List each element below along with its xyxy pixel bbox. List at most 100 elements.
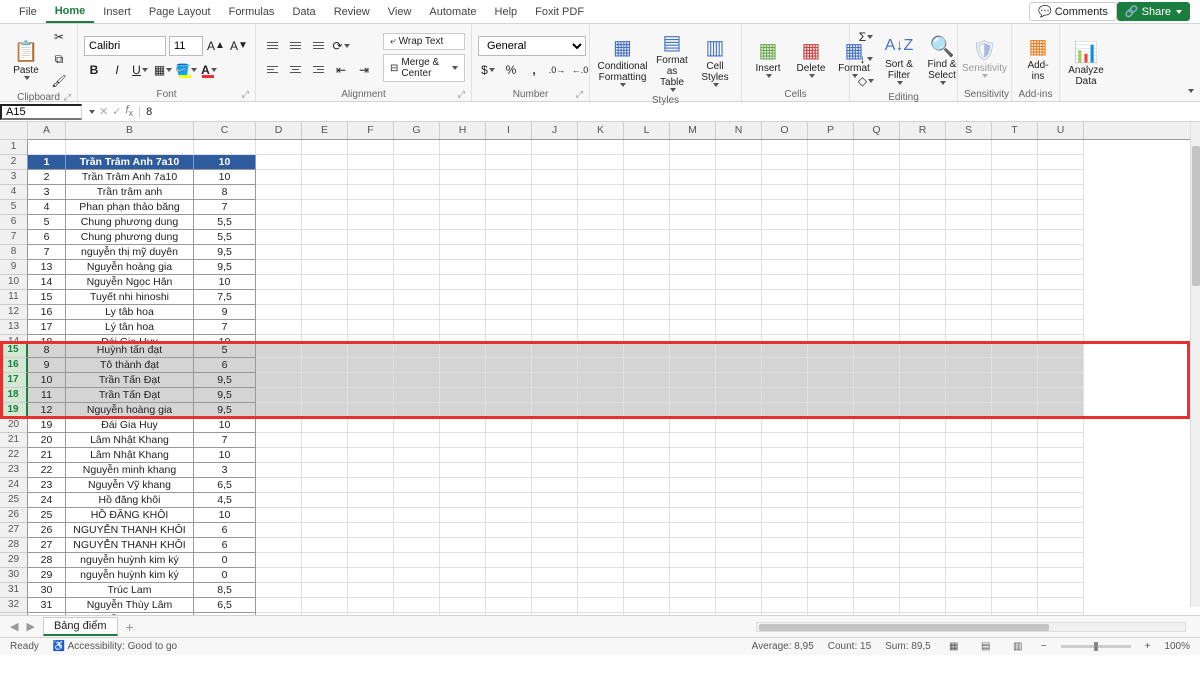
cell-L29[interactable]	[624, 553, 670, 568]
cell-T14[interactable]	[992, 335, 1038, 343]
cell-E23[interactable]	[302, 463, 348, 478]
cell-R12[interactable]	[900, 305, 946, 320]
cell-H4[interactable]	[440, 185, 486, 200]
cell-M1[interactable]	[670, 140, 716, 155]
cell-P7[interactable]	[808, 230, 854, 245]
row-header-17[interactable]: 17	[0, 373, 28, 388]
cell-L11[interactable]	[624, 290, 670, 305]
cell-B8[interactable]: nguyễn thị mỹ duyên	[66, 245, 194, 260]
cell-A24[interactable]: 23	[28, 478, 66, 493]
cell-R14[interactable]	[900, 335, 946, 343]
cell-L19[interactable]	[624, 403, 670, 418]
cell-T18[interactable]	[992, 388, 1038, 403]
cell-Q3[interactable]	[854, 170, 900, 185]
cell-S16[interactable]	[946, 358, 992, 373]
cell-U32[interactable]	[1038, 598, 1084, 613]
cell-P27[interactable]	[808, 523, 854, 538]
cell-J8[interactable]	[532, 245, 578, 260]
col-header-S[interactable]: S	[946, 122, 992, 139]
cell-B2[interactable]: Trần Trâm Anh 7a10	[66, 155, 194, 170]
cell-H5[interactable]	[440, 200, 486, 215]
tab-help[interactable]: Help	[486, 2, 527, 22]
cell-P32[interactable]	[808, 598, 854, 613]
cell-M22[interactable]	[670, 448, 716, 463]
cell-B14[interactable]: Đái Gia Huy	[66, 335, 194, 343]
cell-styles-button[interactable]: ▥Cell Styles	[695, 33, 735, 89]
cell-Q6[interactable]	[854, 215, 900, 230]
cell-G11[interactable]	[394, 290, 440, 305]
cell-H6[interactable]	[440, 215, 486, 230]
cell-S3[interactable]	[946, 170, 992, 185]
cell-L24[interactable]	[624, 478, 670, 493]
cell-G14[interactable]	[394, 335, 440, 343]
cell-Q23[interactable]	[854, 463, 900, 478]
cell-H19[interactable]	[440, 403, 486, 418]
cell-T17[interactable]	[992, 373, 1038, 388]
cell-A15[interactable]: 8	[28, 343, 66, 358]
cell-S9[interactable]	[946, 260, 992, 275]
cell-O28[interactable]	[762, 538, 808, 553]
cell-L7[interactable]	[624, 230, 670, 245]
table-row[interactable]: 16Ly tâb hoa9	[28, 305, 1190, 320]
cell-F15[interactable]	[348, 343, 394, 358]
new-sheet-button[interactable]: +	[126, 619, 134, 635]
cell-C31[interactable]: 8,5	[194, 583, 256, 598]
cell-H8[interactable]	[440, 245, 486, 260]
cell-I26[interactable]	[486, 508, 532, 523]
page-break-view-button[interactable]: ▥	[1009, 640, 1027, 654]
name-box[interactable]	[0, 104, 82, 120]
cell-D13[interactable]	[256, 320, 302, 335]
cell-K13[interactable]	[578, 320, 624, 335]
cell-B18[interactable]: Trần Tấn Đạt	[66, 388, 194, 403]
cell-O26[interactable]	[762, 508, 808, 523]
cell-G18[interactable]	[394, 388, 440, 403]
cell-J7[interactable]	[532, 230, 578, 245]
cell-N9[interactable]	[716, 260, 762, 275]
cell-T25[interactable]	[992, 493, 1038, 508]
cell-P15[interactable]	[808, 343, 854, 358]
cell-F7[interactable]	[348, 230, 394, 245]
cell-A30[interactable]: 29	[28, 568, 66, 583]
cell-O1[interactable]	[762, 140, 808, 155]
cell-I3[interactable]	[486, 170, 532, 185]
cell-N2[interactable]	[716, 155, 762, 170]
cell-U27[interactable]	[1038, 523, 1084, 538]
cell-Q14[interactable]	[854, 335, 900, 343]
cell-T2[interactable]	[992, 155, 1038, 170]
cell-J22[interactable]	[532, 448, 578, 463]
cell-D27[interactable]	[256, 523, 302, 538]
cell-I5[interactable]	[486, 200, 532, 215]
cell-L12[interactable]	[624, 305, 670, 320]
cell-U2[interactable]	[1038, 155, 1084, 170]
row-header-12[interactable]: 12	[0, 305, 27, 320]
cell-O17[interactable]	[762, 373, 808, 388]
zoom-level[interactable]: 100%	[1164, 641, 1190, 652]
table-row[interactable]: 14Nguyễn Ngọc Hân10	[28, 275, 1190, 290]
cell-O31[interactable]	[762, 583, 808, 598]
cell-E16[interactable]	[302, 358, 348, 373]
format-as-table-button[interactable]: ▤Format as Table	[652, 27, 692, 94]
cell-U8[interactable]	[1038, 245, 1084, 260]
cell-Q27[interactable]	[854, 523, 900, 538]
cell-K21[interactable]	[578, 433, 624, 448]
cell-B26[interactable]: HỒ ĐĂNG KHÔI	[66, 508, 194, 523]
cell-A22[interactable]: 21	[28, 448, 66, 463]
cell-E3[interactable]	[302, 170, 348, 185]
cell-J14[interactable]	[532, 335, 578, 343]
cell-B4[interactable]: Trần trâm anh	[66, 185, 194, 200]
cell-H26[interactable]	[440, 508, 486, 523]
cell-Q5[interactable]	[854, 200, 900, 215]
cell-U1[interactable]	[1038, 140, 1084, 155]
tab-file[interactable]: File	[10, 2, 46, 22]
table-row[interactable]: 21Lâm Nhật Khang10	[28, 448, 1190, 463]
cell-C12[interactable]: 9	[194, 305, 256, 320]
cell-S29[interactable]	[946, 553, 992, 568]
cell-C19[interactable]: 9,5	[194, 403, 256, 418]
sort-filter-button[interactable]: A↓ZSort & Filter	[879, 31, 919, 87]
cell-F3[interactable]	[348, 170, 394, 185]
cell-H10[interactable]	[440, 275, 486, 290]
table-row[interactable]: 27NGUYỄN THANH KHÔI6	[28, 538, 1190, 553]
cell-K3[interactable]	[578, 170, 624, 185]
cell-F1[interactable]	[348, 140, 394, 155]
col-header-M[interactable]: M	[670, 122, 716, 139]
